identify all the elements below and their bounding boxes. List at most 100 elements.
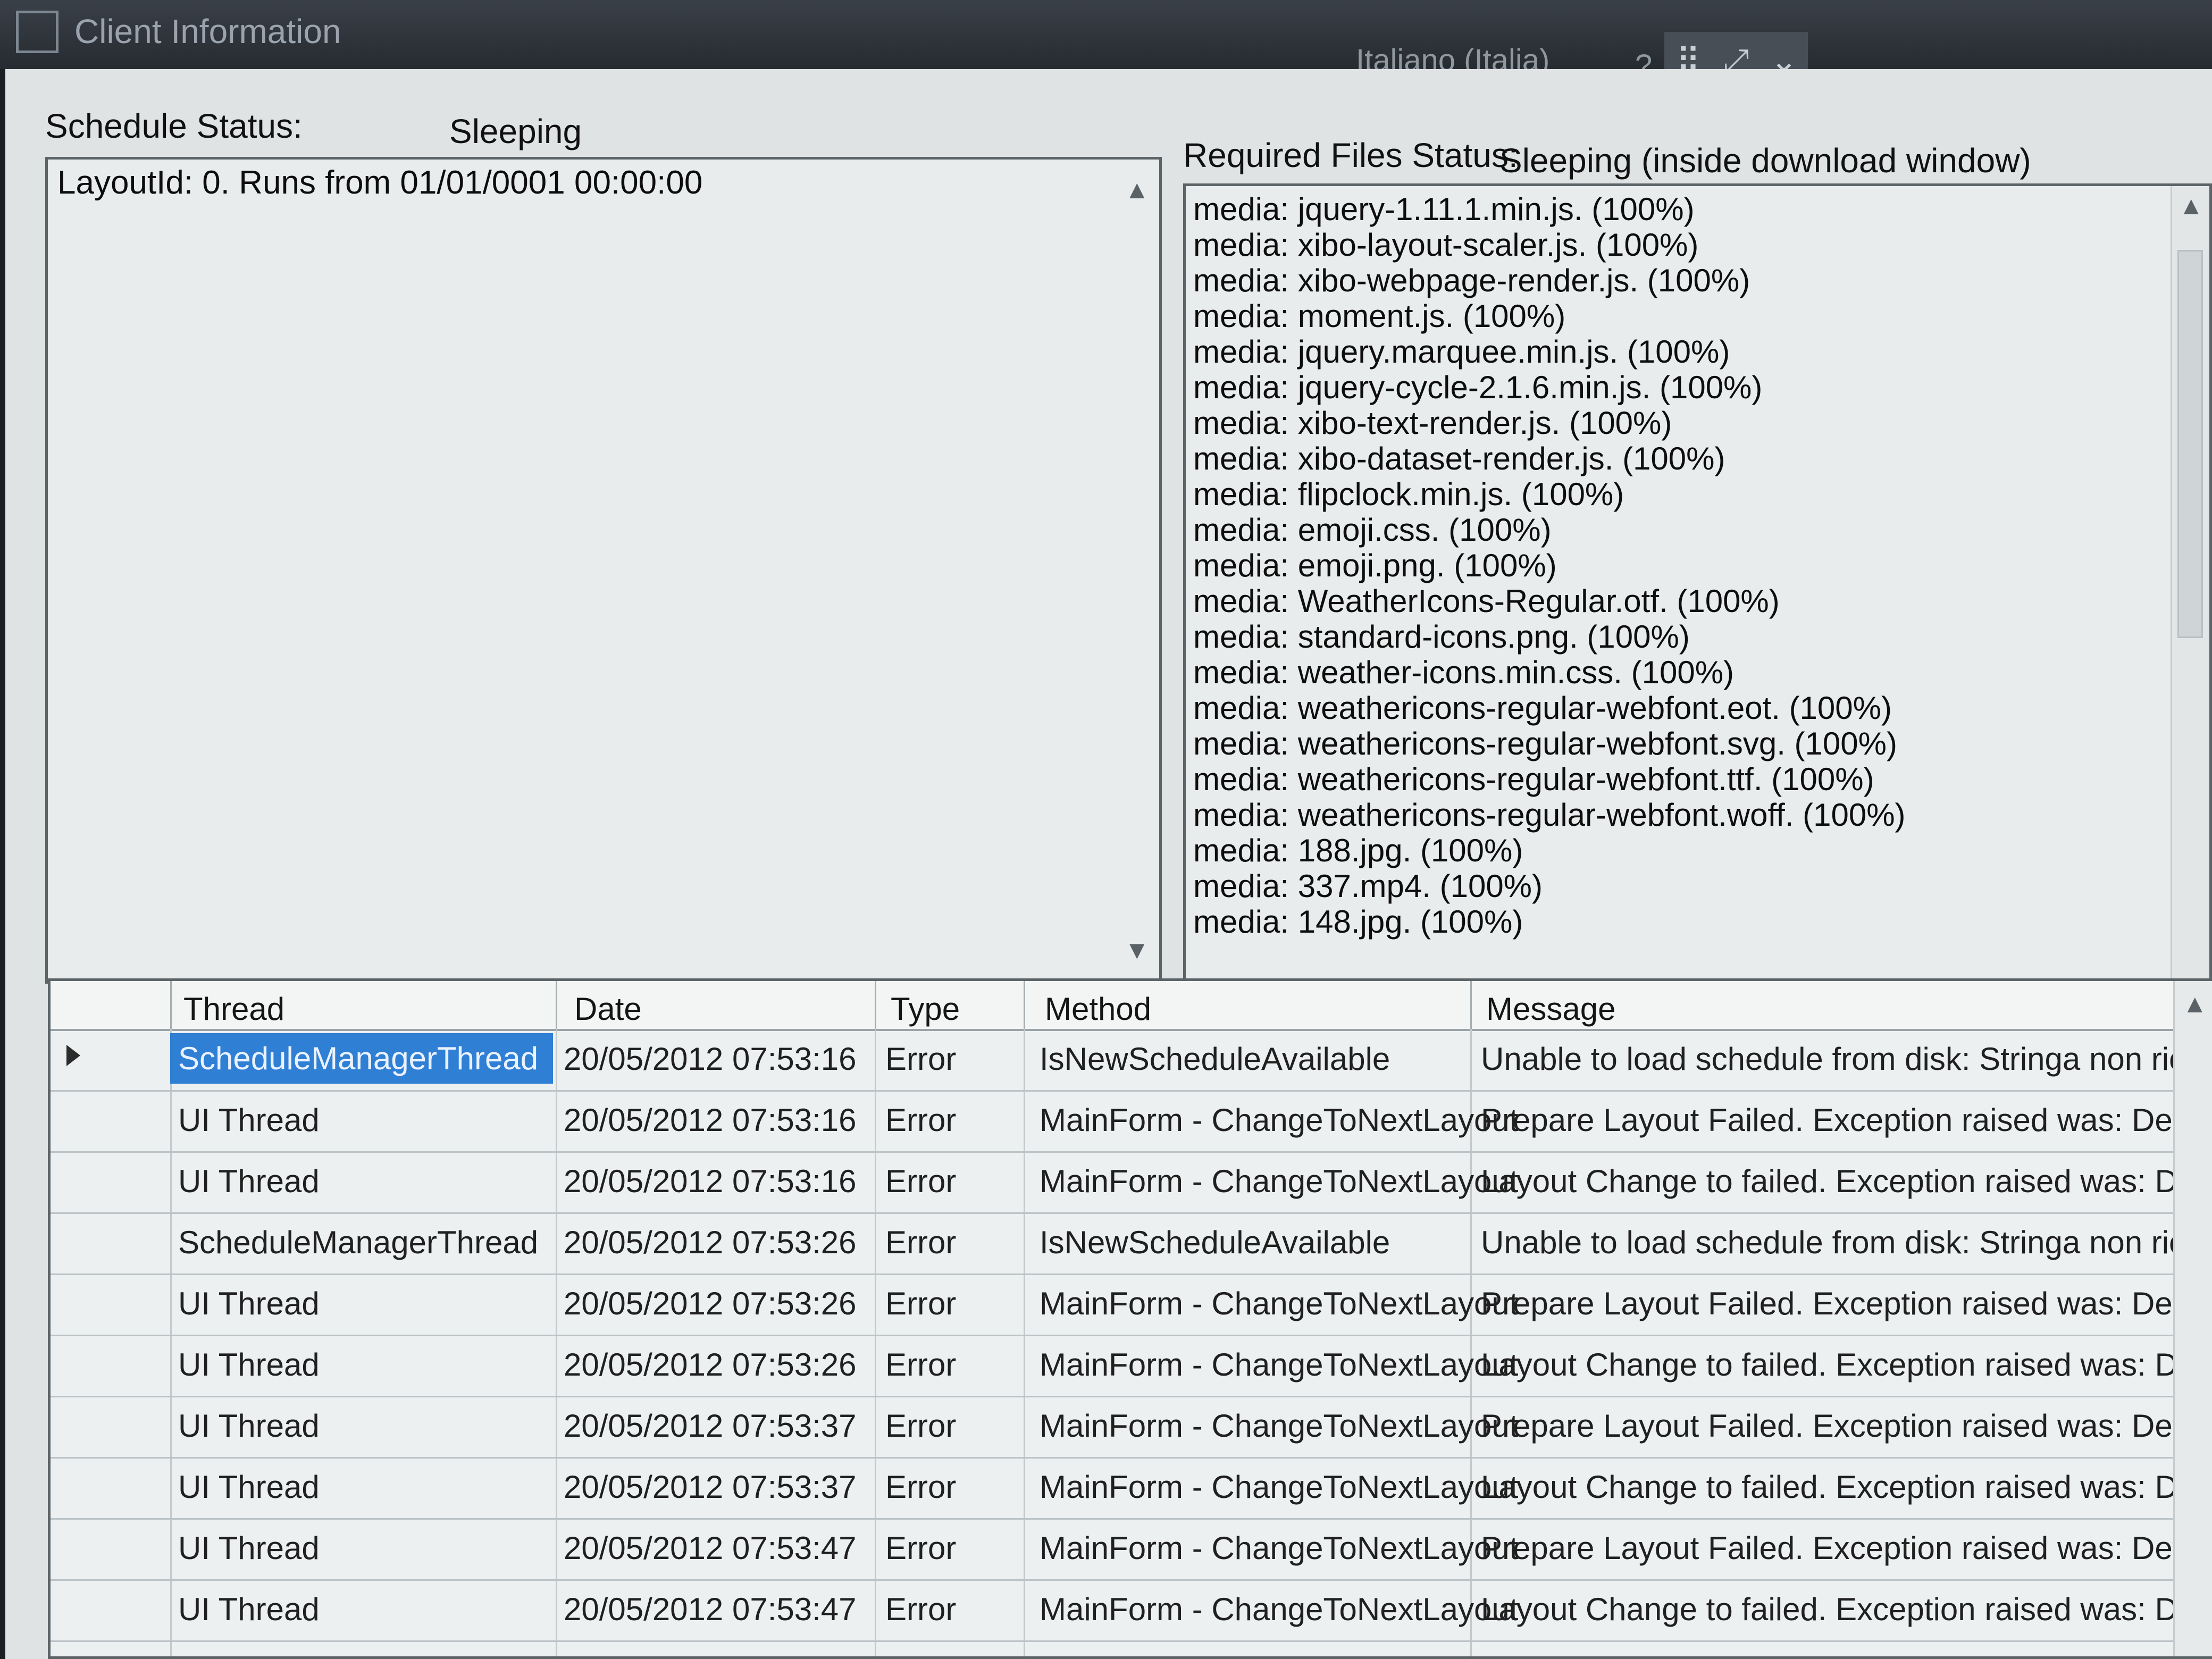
- log-table[interactable]: Thread Date Type Method Message Schedule…: [48, 978, 2212, 1659]
- cell-method[interactable]: MainForm - ChangeToNextLayout: [1040, 1469, 1518, 1505]
- window-icon: [16, 11, 58, 53]
- column-header-type[interactable]: Type: [891, 991, 960, 1027]
- list-item: media: xibo-dataset-render.js. (100%): [1193, 441, 1725, 476]
- list-item: media: xibo-text-render.js. (100%): [1193, 405, 1672, 441]
- client-area: Schedule Status: Sleeping LayoutId: 0. R…: [5, 69, 2212, 1659]
- cell-message[interactable]: Prepare Layout Failed. Exception raised …: [1481, 1530, 2212, 1566]
- cell-method[interactable]: MainForm - ChangeToNextLayout: [1040, 1285, 1518, 1322]
- column-header-thread[interactable]: Thread: [183, 991, 284, 1027]
- cell-date[interactable]: 20/05/2012 07:53:37: [564, 1469, 857, 1505]
- header-separator: [556, 981, 557, 1029]
- cell-date[interactable]: 20/05/2012 07:53:16: [564, 1102, 857, 1138]
- files-scrollbar[interactable]: ▲ ▼: [2171, 186, 2209, 1018]
- list-item: media: weathericons-regular-webfont.woff…: [1193, 797, 1906, 833]
- cell-message[interactable]: Unable to load schedule from disk: Strin…: [1481, 1224, 2212, 1261]
- cell-type[interactable]: Error: [885, 1102, 956, 1138]
- cell-type[interactable]: Error: [885, 1407, 956, 1444]
- cell-method[interactable]: MainForm - ChangeToNextLayout: [1040, 1530, 1518, 1566]
- scroll-thumb[interactable]: [2177, 250, 2203, 638]
- cell-method[interactable]: MainForm - ChangeToNextLayout: [1040, 1652, 1518, 1656]
- table-scrollbar[interactable]: ▲: [2173, 981, 2212, 1656]
- cell-message[interactable]: Layout Change to failed. Exception raise…: [1481, 1469, 2212, 1505]
- cell-thread[interactable]: UI Thread: [178, 1102, 320, 1138]
- table-row[interactable]: ScheduleManagerThread 20/05/2012 07:53:2…: [51, 1212, 2212, 1275]
- row-selector-icon: [66, 1045, 80, 1066]
- table-row[interactable]: UI Thread 20/05/2012 07:53:16 Error Main…: [51, 1090, 2212, 1153]
- cell-method[interactable]: IsNewScheduleAvailable: [1040, 1224, 1390, 1261]
- cell-thread[interactable]: UI Thread: [178, 1469, 320, 1505]
- table-row[interactable]: UI Thread 20/05/2012 07:53:37 Error Main…: [51, 1396, 2212, 1459]
- list-item: media: flipclock.min.js. (100%): [1193, 476, 1624, 512]
- scroll-down-icon[interactable]: ▼: [1124, 936, 1150, 965]
- cell-message[interactable]: Unable to load schedule from disk: Strin…: [1481, 1041, 2212, 1077]
- table-row[interactable]: UI Thread 20/05/2012 07:53:37 Error Main…: [51, 1457, 2212, 1520]
- scroll-up-icon[interactable]: ▲: [2179, 191, 2204, 221]
- table-row[interactable]: ScheduleManagerThread 20/05/2012 07:53:1…: [51, 1029, 2212, 1092]
- cell-message[interactable]: Prepare Layout Failed. Exception raised …: [1481, 1652, 2212, 1656]
- cell-message[interactable]: Layout Change to failed. Exception raise…: [1481, 1163, 2212, 1200]
- cell-thread[interactable]: UI Thread: [178, 1163, 320, 1200]
- cell-method[interactable]: MainForm - ChangeToNextLayout: [1040, 1346, 1518, 1383]
- column-header-date[interactable]: Date: [574, 991, 642, 1027]
- cell-method[interactable]: MainForm - ChangeToNextLayout: [1040, 1163, 1518, 1200]
- cell-date[interactable]: 20/05/2012 07:53:47: [564, 1530, 857, 1566]
- cell-thread[interactable]: UI Thread: [178, 1407, 320, 1444]
- list-item: media: weathericons-regular-webfont.svg.…: [1193, 726, 1897, 761]
- cell-thread[interactable]: UI Thread: [178, 1591, 320, 1628]
- cell-type[interactable]: Error: [885, 1224, 956, 1261]
- header-separator: [1024, 981, 1025, 1029]
- cell-date[interactable]: 20/05/2012 07:53:37: [564, 1407, 857, 1444]
- cell-thread[interactable]: UI Thread: [178, 1285, 320, 1322]
- cell-date[interactable]: 20/05/2012 07:53:47: [564, 1591, 857, 1628]
- list-item: media: 188.jpg. (100%): [1193, 833, 1523, 868]
- cell-type[interactable]: Error: [885, 1469, 956, 1505]
- list-item: media: xibo-layout-scaler.js. (100%): [1193, 227, 1699, 263]
- cell-message[interactable]: Prepare Layout Failed. Exception raised …: [1481, 1285, 2212, 1322]
- table-row[interactable]: UI Thread 20/05/2012 07:53:26 Error Main…: [51, 1273, 2212, 1336]
- required-files-label: Required Files Status:: [1183, 136, 1518, 174]
- cell-thread[interactable]: ScheduleManagerThread: [170, 1033, 553, 1084]
- cell-thread[interactable]: UI Thread: [178, 1530, 320, 1566]
- list-item: media: weathericons-regular-webfont.ttf.…: [1193, 761, 1874, 797]
- cell-type[interactable]: Error: [885, 1346, 956, 1383]
- cell-method[interactable]: MainForm - ChangeToNextLayout: [1040, 1591, 1518, 1628]
- cell-message[interactable]: Layout Change to failed. Exception raise…: [1481, 1346, 2212, 1383]
- cell-message[interactable]: Layout Change to failed. Exception raise…: [1481, 1591, 2212, 1628]
- list-item: media: moment.js. (100%): [1193, 298, 1566, 334]
- column-header-method[interactable]: Method: [1045, 991, 1151, 1027]
- cell-date[interactable]: 20/05/2012 07:53:26: [564, 1224, 857, 1261]
- list-item: media: 337.mp4. (100%): [1193, 868, 1543, 904]
- cell-date[interactable]: 20/05/2012 07:53:16: [564, 1041, 857, 1077]
- cell-date[interactable]: 20/05/2012 07:53:26: [564, 1285, 857, 1322]
- cell-type[interactable]: Error: [885, 1163, 956, 1200]
- cell-type[interactable]: Error: [885, 1041, 956, 1077]
- list-item: media: 148.jpg. (100%): [1193, 904, 1523, 940]
- column-header-message[interactable]: Message: [1486, 991, 1615, 1027]
- table-row[interactable]: MainForm - ChangeToNextLayout Prepare La…: [51, 1640, 2212, 1656]
- cell-method[interactable]: IsNewScheduleAvailable: [1040, 1041, 1390, 1077]
- cell-date[interactable]: 20/05/2012 07:53:26: [564, 1346, 857, 1383]
- cell-date[interactable]: 20/05/2012 07:53:16: [564, 1163, 857, 1200]
- required-files-list: media: jquery-1.11.1.min.js. (100%) medi…: [1193, 191, 1906, 940]
- cell-type[interactable]: Error: [885, 1591, 956, 1628]
- schedule-panel[interactable]: LayoutId: 0. Runs from 01/01/0001 00:00:…: [45, 157, 1162, 984]
- cell-thread[interactable]: ScheduleManagerThread: [178, 1224, 538, 1261]
- scroll-up-icon[interactable]: ▲: [2182, 990, 2208, 1019]
- cell-message[interactable]: Prepare Layout Failed. Exception raised …: [1481, 1102, 2212, 1138]
- cell-method[interactable]: MainForm - ChangeToNextLayout: [1040, 1102, 1518, 1138]
- cell-type[interactable]: Error: [885, 1530, 956, 1566]
- cell-type[interactable]: Error: [885, 1285, 956, 1322]
- required-files-value: Sleeping (inside download window): [1499, 141, 2031, 180]
- table-row[interactable]: UI Thread 20/05/2012 07:53:47 Error Main…: [51, 1518, 2212, 1581]
- cell-message[interactable]: Prepare Layout Failed. Exception raised …: [1481, 1407, 2212, 1444]
- list-item: media: weathericons-regular-webfont.eot.…: [1193, 690, 1892, 726]
- table-row[interactable]: UI Thread 20/05/2012 07:53:16 Error Main…: [51, 1151, 2212, 1214]
- required-files-panel[interactable]: media: jquery-1.11.1.min.js. (100%) medi…: [1183, 183, 2212, 1021]
- scroll-up-icon[interactable]: ▲: [1124, 175, 1150, 205]
- table-row[interactable]: UI Thread 20/05/2012 07:53:47 Error Main…: [51, 1579, 2212, 1642]
- table-row[interactable]: UI Thread 20/05/2012 07:53:26 Error Main…: [51, 1335, 2212, 1397]
- cell-method[interactable]: MainForm - ChangeToNextLayout: [1040, 1407, 1518, 1444]
- header-separator: [1470, 981, 1472, 1029]
- table-header: Thread Date Type Method Message: [51, 981, 2212, 1031]
- cell-thread[interactable]: UI Thread: [178, 1346, 320, 1383]
